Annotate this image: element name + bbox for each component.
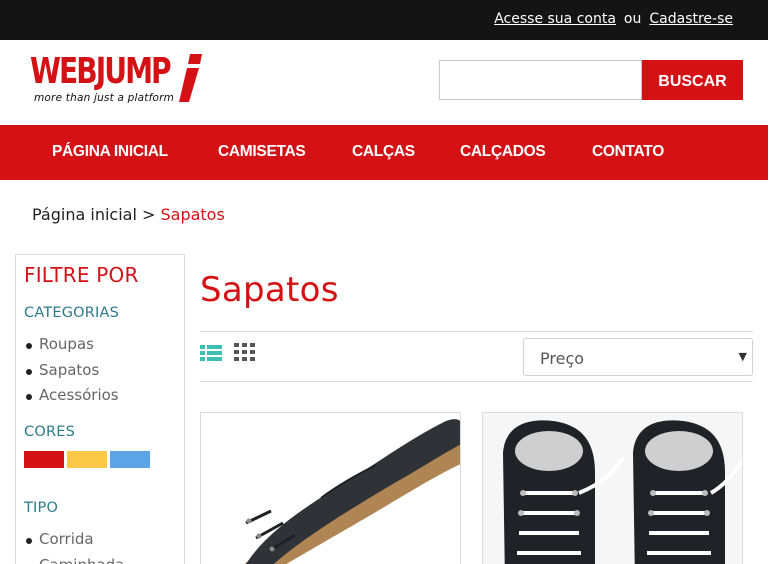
nav-item-calcas[interactable]: CALÇAS	[352, 143, 415, 161]
breadcrumb-separator: >	[141, 205, 156, 224]
category-item[interactable]: Acessórios	[26, 386, 119, 412]
breadcrumb-current: Sapatos	[160, 205, 225, 224]
type-title: TIPO	[24, 500, 59, 516]
nav-item-camisetas[interactable]: CAMISETAS	[218, 143, 306, 161]
main-navigation: PÁGINA INICIAL CAMISETAS CALÇAS CALÇADOS…	[0, 125, 768, 180]
category-item[interactable]: Sapatos	[26, 361, 119, 387]
account-links: Acesse sua conta ou Cadastre-se	[494, 11, 733, 27]
product-image-sneaker-side	[244, 419, 460, 564]
type-item[interactable]: Caminhada	[25, 556, 124, 564]
sort-select-value: Preço	[540, 349, 585, 368]
site-header: WEBJUMP more than just a platform BUSCAR	[0, 40, 768, 125]
search-input[interactable]	[439, 60, 642, 100]
chevron-down-icon: ▼	[738, 350, 747, 363]
listing-toolbar: Preço ▼	[200, 331, 753, 382]
category-item[interactable]: Roupas	[26, 335, 119, 361]
or-text: ou	[623, 11, 642, 27]
logo-tagline: more than just a platform	[34, 92, 175, 104]
search-button[interactable]: BUSCAR	[642, 60, 743, 100]
categories-title: CATEGORIAS	[24, 305, 120, 321]
product-card[interactable]	[200, 412, 461, 564]
product-card[interactable]	[482, 412, 743, 564]
product-image-sneaker-top	[483, 413, 742, 564]
nav-item-calcados[interactable]: CALÇADOS	[460, 143, 546, 161]
logo-i-mark-icon	[179, 54, 202, 102]
filter-title: FILTRE POR	[24, 263, 139, 287]
sort-select[interactable]: Preço ▼	[523, 338, 753, 376]
colors-title: CORES	[24, 424, 75, 440]
register-link[interactable]: Cadastre-se	[649, 11, 733, 27]
login-link[interactable]: Acesse sua conta	[494, 11, 616, 27]
grid-view-icon[interactable]	[234, 343, 256, 361]
type-list: Corrida Caminhada	[25, 530, 124, 564]
page-title: Sapatos	[200, 270, 339, 310]
filter-sidebar: FILTRE POR CATEGORIAS Roupas Sapatos Ace…	[15, 254, 185, 564]
logo-wordmark: WEBJUMP	[30, 51, 172, 92]
webjump-logo[interactable]: WEBJUMP more than just a platform	[30, 52, 205, 107]
top-bar: Acesse sua conta ou Cadastre-se	[0, 0, 768, 40]
breadcrumb: Página inicial > Sapatos	[32, 205, 225, 224]
categories-list: Roupas Sapatos Acessórios	[26, 335, 119, 412]
list-view-icon[interactable]	[200, 344, 222, 362]
type-item[interactable]: Corrida	[25, 530, 124, 556]
nav-item-contato[interactable]: CONTATO	[592, 143, 664, 161]
nav-item-home[interactable]: PÁGINA INICIAL	[52, 143, 168, 161]
breadcrumb-home[interactable]: Página inicial	[32, 205, 137, 224]
color-swatch-yellow[interactable]	[67, 451, 107, 468]
color-swatch-red[interactable]	[24, 451, 64, 468]
color-swatch-blue[interactable]	[110, 451, 150, 468]
